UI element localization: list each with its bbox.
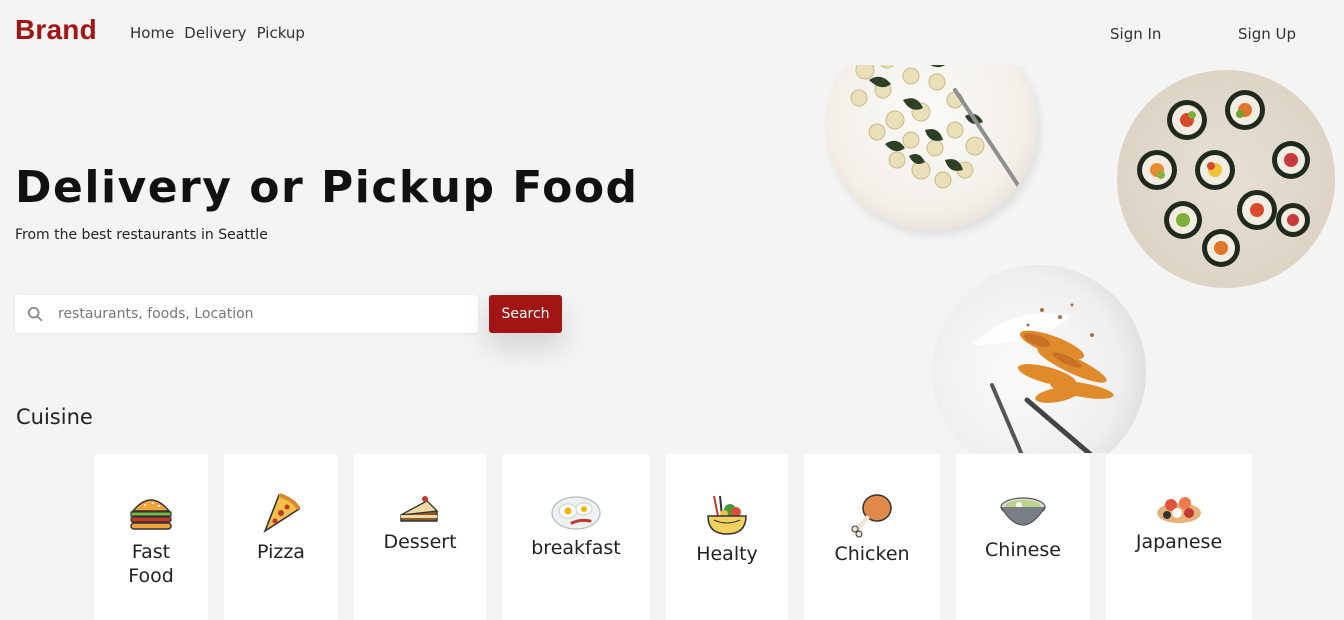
sign-in-link[interactable]: Sign In (1110, 25, 1161, 43)
cake-icon (392, 492, 448, 526)
search-icon (15, 306, 55, 322)
salad-icon (699, 494, 755, 538)
cuisine-label: Chinese (985, 539, 1061, 561)
cuisine-heading: Cuisine (16, 405, 93, 429)
search-input[interactable] (55, 306, 455, 322)
sign-up-link[interactable]: Sign Up (1238, 25, 1296, 43)
cuisine-label: Japanese (1135, 531, 1223, 553)
nav-pickup[interactable]: Pickup (257, 24, 305, 42)
cuisine-card-fast-food[interactable]: Fast Food (94, 454, 208, 620)
search-bar (15, 295, 478, 333)
drumstick-icon (844, 492, 900, 538)
cuisine-card-healty[interactable]: Healty (666, 454, 788, 620)
cuisine-card-dessert[interactable]: Dessert (354, 454, 486, 620)
main-nav: Home Delivery Pickup (130, 24, 305, 42)
cuisine-card-japanese[interactable]: Japanese (1106, 454, 1252, 620)
sushi-icon (1151, 490, 1207, 526)
cuisine-label: Fast Food (128, 541, 174, 587)
brand-logo[interactable]: Brand (15, 14, 97, 46)
nav-delivery[interactable]: Delivery (184, 24, 246, 42)
eggs-icon (548, 492, 604, 532)
hero-subtitle: From the best restaurants in Seattle (15, 227, 268, 243)
cuisine-card-breakfast[interactable]: breakfast (502, 454, 650, 620)
cuisine-label: Healty (696, 543, 758, 565)
pizza-icon (253, 490, 309, 536)
header-mask (800, 0, 1060, 65)
hero-title: Delivery or Pickup Food (15, 162, 639, 213)
carrot-plate-image (932, 265, 1146, 479)
cuisine-card-chicken[interactable]: Chicken (804, 454, 940, 620)
cuisine-label: breakfast (531, 537, 621, 559)
bowl-icon (995, 492, 1051, 534)
cuisine-label: Chicken (834, 543, 910, 565)
cuisine-label: Pizza (257, 541, 305, 563)
sushi-plate-image (1117, 70, 1335, 288)
burger-icon (123, 490, 179, 536)
nav-home[interactable]: Home (130, 24, 174, 42)
cuisine-label: Dessert (383, 531, 457, 553)
cuisine-card-pizza[interactable]: Pizza (224, 454, 338, 620)
search-button[interactable]: Search (489, 295, 562, 333)
cuisine-card-chinese[interactable]: Chinese (956, 454, 1090, 620)
